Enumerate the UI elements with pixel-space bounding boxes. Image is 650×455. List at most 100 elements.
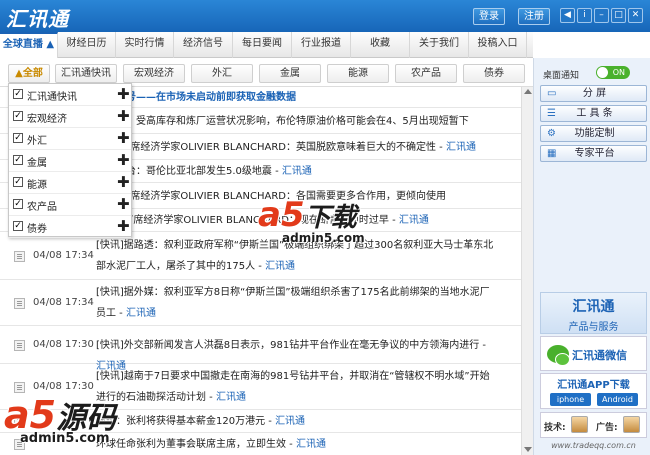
login-button[interactable]: 登录 <box>473 8 505 25</box>
category-metals[interactable]: 金属 <box>259 64 321 83</box>
iphone-button[interactable]: iphone <box>550 393 591 406</box>
category-bonds[interactable]: 债券 <box>463 64 525 83</box>
news-text[interactable]: 环球：张利将获得基本薪金120万港元 - 汇讯通 <box>96 411 514 432</box>
filter-checkbox[interactable]: ✓ <box>13 221 23 231</box>
tab-realtime-quotes[interactable]: 实时行情 <box>116 32 174 58</box>
news-source-link[interactable]: 汇讯通 <box>399 215 429 226</box>
news-time: 04/08 17:34 <box>33 297 94 308</box>
tab-about-us[interactable]: 关于我们 <box>410 32 469 58</box>
news-source-link[interactable]: 汇讯通 <box>296 439 326 450</box>
news-text[interactable]: MF前首席经济学家OLIVIER BLANCHARD：各国需要更多合作用，更倾向… <box>96 186 514 207</box>
filter-option[interactable]: ✓ 金属 ✚ <box>9 150 131 172</box>
news-line: MF前首席经济学家OLIVIER BLANCHARD：英国脱欧意味着巨大的不确定… <box>96 142 446 153</box>
move-icon[interactable]: ✚ <box>117 85 130 103</box>
filter-checkbox[interactable]: ✓ <box>13 155 23 165</box>
news-line: 进行的石油勘探活动计划 - <box>96 392 216 403</box>
wechat-ad[interactable]: 汇讯通微信 <box>540 336 647 371</box>
move-icon[interactable]: ✚ <box>117 217 130 235</box>
product-ad-subtitle: 产品与服务 <box>568 322 619 333</box>
filter-option-label: 汇讯通快讯 <box>27 92 77 103</box>
category-macro[interactable]: 宏观经济 <box>123 64 185 83</box>
news-row[interactable]: 04/08 17:30 [快讯]越南于7日要求中国撤走在南海的981号钻井平台，并… <box>0 364 521 410</box>
news-text[interactable]: 港天文台：哥伦比亚北部发生5.0级地震 - 汇讯通 <box>96 161 514 182</box>
customize-button[interactable]: ⚙ 功能定制 <box>540 125 647 142</box>
filter-option[interactable]: ✓ 债券 ✚ <box>9 216 131 238</box>
news-source-link[interactable]: 汇讯通 <box>265 261 295 272</box>
filter-option[interactable]: ✓ 能源 ✚ <box>9 172 131 194</box>
desktop-notify-toggle[interactable]: ON <box>596 66 630 79</box>
filter-option-label: 金属 <box>27 158 47 169</box>
category-all[interactable]: ▲全部 <box>8 64 50 83</box>
tab-daily-news[interactable]: 每日要闻 <box>233 32 292 58</box>
news-source-link[interactable]: 汇讯通 <box>282 166 312 177</box>
expert-platform-button[interactable]: ▦ 专家平台 <box>540 145 647 162</box>
category-energy[interactable]: 能源 <box>327 64 389 83</box>
sound-icon[interactable]: ◀ <box>560 8 575 23</box>
news-text[interactable]: 经济信号——在市场未启动前即获取金融数据 <box>96 87 514 108</box>
close-icon[interactable]: ✕ <box>628 8 643 23</box>
maximize-icon[interactable]: □ <box>611 8 626 23</box>
scroll-up-icon[interactable] <box>524 89 532 94</box>
filter-checkbox[interactable]: ✓ <box>13 89 23 99</box>
tab-industry-reports[interactable]: 行业报道 <box>292 32 351 58</box>
category-agriculture[interactable]: 农产品 <box>395 64 457 83</box>
news-line: IMF前首席经济学家OLIVIER BLANCHARD：现在断言还为时过早 - <box>96 215 399 226</box>
filter-option[interactable]: ✓ 宏观经济 ✚ <box>9 106 131 128</box>
filter-option[interactable]: ✓ 汇讯通快讯 ✚ <box>9 84 131 106</box>
move-icon[interactable]: ✚ <box>117 129 130 147</box>
support-contacts: 技术: 广告: <box>540 412 647 438</box>
news-text[interactable]: MF前首席经济学家OLIVIER BLANCHARD：英国脱欧意味着巨大的不确定… <box>96 137 514 158</box>
filter-option[interactable]: ✓ 农产品 ✚ <box>9 194 131 216</box>
desktop-notify-label: 桌面通知 <box>543 71 580 81</box>
scroll-down-icon[interactable] <box>524 447 532 452</box>
tech-support-avatar[interactable] <box>571 416 588 433</box>
news-source-link[interactable]: 汇讯通 <box>216 392 246 403</box>
news-row[interactable]: 04/08 17:34 [快讯]据外媒：叙利亚军方8日称“伊斯兰国”极端组织杀害了… <box>0 280 521 326</box>
minimize-icon[interactable]: – <box>594 8 609 23</box>
tab-finance-calendar[interactable]: 财经日历 <box>58 32 116 58</box>
wechat-icon <box>547 345 570 366</box>
filter-option[interactable]: ✓ 外汇 ✚ <box>9 128 131 150</box>
android-button[interactable]: Android <box>597 393 638 406</box>
news-text[interactable]: [快讯]据外媒：叙利亚军方8日称“伊斯兰国”极端组织杀害了175名此前绑架的当地… <box>96 282 514 324</box>
news-line: 银美林：受高库存和炼厂运营状况影响，布伦特原油价格可能会在4、5月出现短暂下 <box>96 116 469 127</box>
filter-checkbox[interactable]: ✓ <box>13 199 23 209</box>
news-line: 员工 - <box>96 308 126 319</box>
toolbar-button[interactable]: ☰ 工 具 条 <box>540 105 647 122</box>
product-service-ad[interactable]: 汇讯通 产品与服务 <box>540 292 647 334</box>
news-source-link[interactable]: 汇讯通 <box>126 308 156 319</box>
news-row[interactable]: 04/08 17:34 [快讯]据路透：叙利亚政府军称“伊斯兰国”极端组织绑架了超… <box>0 232 521 280</box>
filter-checkbox[interactable]: ✓ <box>13 111 23 121</box>
tab-submit[interactable]: 投稿入口 <box>469 32 527 58</box>
filter-checkbox[interactable]: ✓ <box>13 177 23 187</box>
news-text[interactable]: 银美林：受高库存和炼厂运营状况影响，布伦特原油价格可能会在4、5月出现短暂下 <box>96 111 514 132</box>
register-button[interactable]: 注册 <box>518 8 550 25</box>
category-flash-news[interactable]: 汇讯通快讯 <box>55 64 117 83</box>
news-row[interactable]: 环球：张利将获得基本薪金120万港元 - 汇讯通 <box>0 410 521 433</box>
news-text[interactable]: 环球任命张利为董事会联席主席，立即生效 - 汇讯通 <box>96 434 514 455</box>
info-icon[interactable]: i <box>577 8 592 23</box>
tab-economic-signals[interactable]: 经济信号 <box>174 32 233 58</box>
right-panel: 桌面通知 ON ▭ 分 屏 ☰ 工 具 条 ⚙ 功能定制 ▦ 专家平台 汇讯通 … <box>533 58 650 455</box>
move-icon[interactable]: ✚ <box>117 107 130 125</box>
move-icon[interactable]: ✚ <box>117 173 130 191</box>
news-source-link[interactable]: 汇讯通 <box>446 142 476 153</box>
news-row[interactable]: 环球任命张利为董事会联席主席，立即生效 - 汇讯通 <box>0 433 521 455</box>
category-forex[interactable]: 外汇 <box>191 64 253 83</box>
filter-checkbox[interactable]: ✓ <box>13 133 23 143</box>
news-text[interactable]: [快讯]越南于7日要求中国撤走在南海的981号钻井平台，并取消在“管辖权不明水域… <box>96 366 514 408</box>
news-text[interactable]: [快讯]据路透：叙利亚政府军称“伊斯兰国”极端组织绑架了超过300名叙利亚大马士… <box>96 235 514 277</box>
split-screen-button[interactable]: ▭ 分 屏 <box>540 85 647 102</box>
tab-global-live[interactable]: 全球直播 ▲ <box>0 32 58 58</box>
move-icon[interactable]: ✚ <box>117 151 130 169</box>
news-time: 04/08 17:34 <box>33 250 94 261</box>
news-line: [快讯]据外媒：叙利亚军方8日称“伊斯兰国”极端组织杀害了175名此前绑架的当地… <box>96 287 490 298</box>
tab-favorites[interactable]: 收藏 <box>351 32 410 58</box>
move-icon[interactable]: ✚ <box>117 195 130 213</box>
news-source-link[interactable]: 汇讯通 <box>275 416 305 427</box>
news-row[interactable]: 04/08 17:30 [快讯]外交部新闻发言人洪磊8日表示，981钻井平台作业在… <box>0 326 521 372</box>
news-scrollbar[interactable] <box>521 87 533 455</box>
news-text[interactable]: IMF前首席经济学家OLIVIER BLANCHARD：现在断言还为时过早 - … <box>96 210 514 231</box>
ad-contact-avatar[interactable] <box>623 416 640 433</box>
news-item-icon <box>14 298 25 309</box>
